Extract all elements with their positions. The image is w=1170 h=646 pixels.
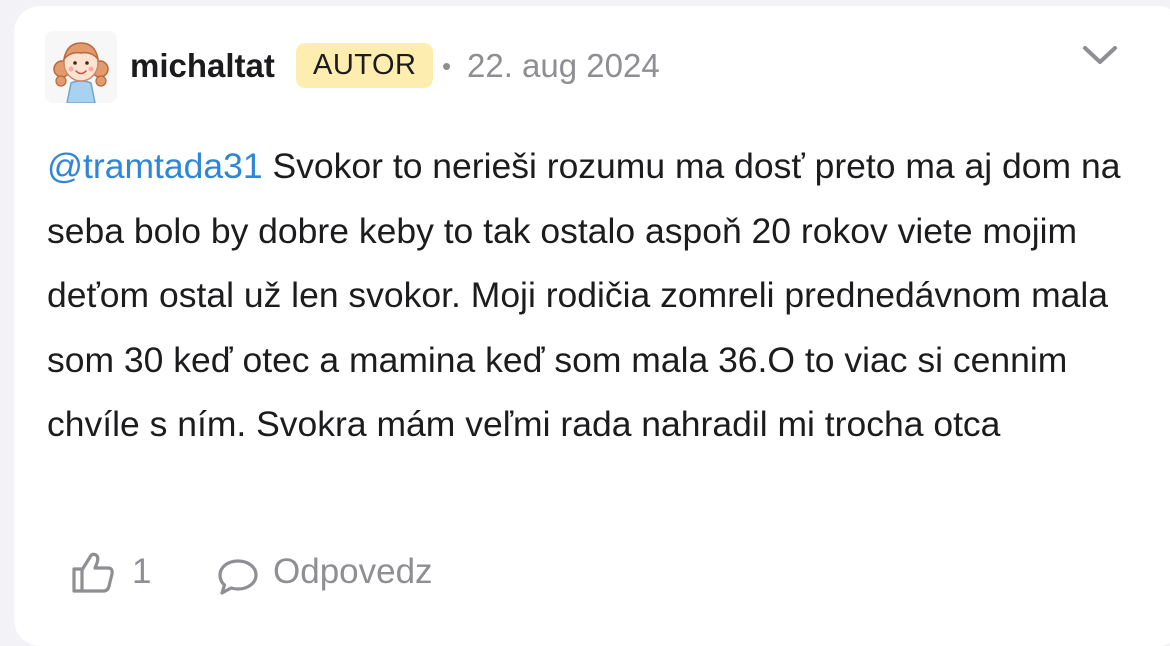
comment-card: michaltat AUTOR • 22. aug 2024 @tramtada… (14, 6, 1170, 646)
author-name[interactable]: michaltat (130, 46, 275, 86)
avatar[interactable] (45, 31, 117, 103)
comment-date: 22. aug 2024 (467, 47, 660, 84)
speech-bubble-icon (218, 559, 258, 595)
thumbs-up-icon[interactable] (70, 549, 116, 595)
reply-label: Odpovedz (273, 552, 433, 591)
girl-cartoon-avatar-icon (45, 31, 117, 103)
chevron-down-icon[interactable] (1082, 44, 1118, 68)
user-mention-link[interactable]: @tramtada31 (47, 146, 263, 186)
meta-separator: • (442, 51, 452, 81)
like-count: 1 (132, 552, 152, 591)
comment-text: Svokor to nerieši rozumu ma dosť preto m… (47, 146, 1121, 444)
comment-body: @tramtada31 Svokor to nerieši rozumu ma … (47, 134, 1137, 457)
author-badge: AUTOR (296, 43, 434, 88)
